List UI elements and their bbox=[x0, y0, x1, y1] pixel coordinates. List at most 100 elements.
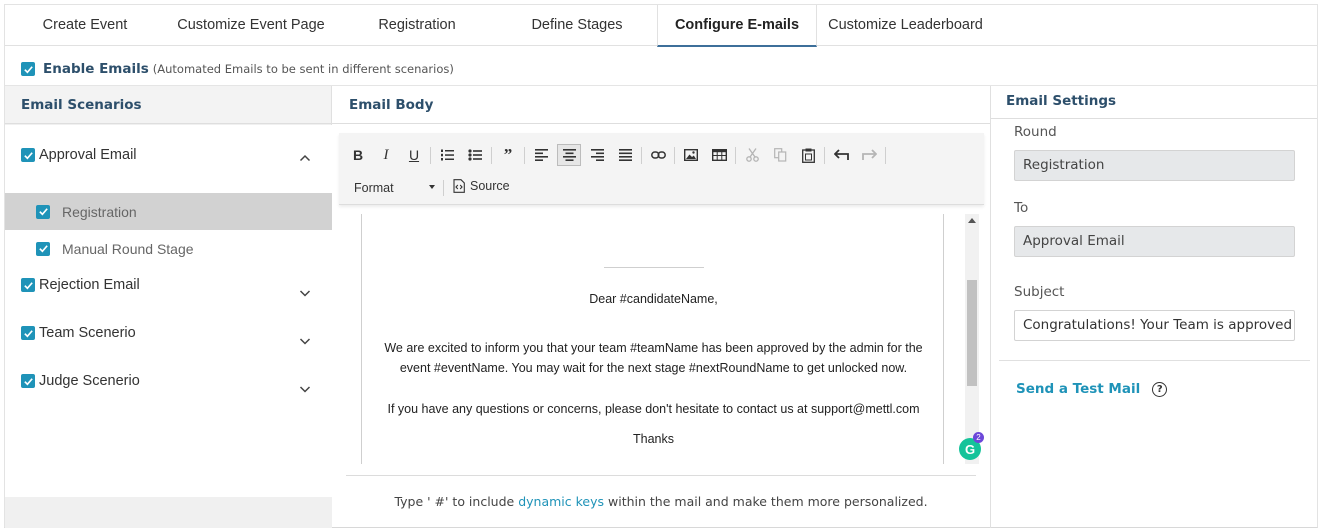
align-left-button[interactable] bbox=[529, 144, 553, 166]
justify-icon bbox=[618, 149, 632, 161]
align-right-icon bbox=[590, 149, 604, 161]
hint-prefix: Type ' #' to include bbox=[394, 494, 515, 509]
email-paragraph: We are excited to inform you that your t… bbox=[384, 341, 923, 375]
email-greeting: Dear #candidateName, bbox=[589, 292, 718, 306]
scissors-icon bbox=[745, 148, 759, 162]
blockquote-button[interactable]: ” bbox=[496, 144, 520, 166]
numbered-list-button[interactable] bbox=[435, 144, 459, 166]
paste-icon bbox=[801, 148, 815, 163]
toolbar-separator bbox=[524, 147, 525, 164]
dynamic-keys-hint: Type ' #' to include dynamic keys within… bbox=[332, 494, 990, 509]
scenario-label: Approval Email bbox=[39, 147, 137, 163]
table-icon bbox=[711, 149, 727, 161]
justify-button[interactable] bbox=[613, 144, 637, 166]
scenario-label: Judge Scenerio bbox=[39, 373, 140, 389]
tab-configure-emails[interactable]: Configure E-mails bbox=[657, 5, 817, 47]
align-right-button[interactable] bbox=[585, 144, 609, 166]
scenario-checkbox[interactable] bbox=[21, 374, 35, 388]
link-icon bbox=[650, 151, 666, 159]
editor-toolbar: B I U ” Format Source bbox=[339, 133, 984, 205]
bulleted-list-button[interactable] bbox=[463, 144, 487, 166]
enable-emails-label: Enable Emails bbox=[43, 61, 149, 77]
to-field: Approval Email bbox=[1014, 226, 1295, 257]
source-label: Source bbox=[470, 179, 510, 193]
chevron-down-icon[interactable] bbox=[298, 382, 312, 396]
image-icon bbox=[684, 149, 698, 161]
align-left-icon bbox=[534, 149, 548, 161]
sub-scenario-checkbox[interactable] bbox=[36, 241, 50, 256]
check-icon bbox=[38, 245, 48, 253]
scenario-checkbox[interactable] bbox=[21, 326, 35, 340]
subject-input[interactable]: Congratulations! Your Team is approved bbox=[1014, 310, 1295, 341]
scenario-checkbox[interactable] bbox=[21, 148, 35, 162]
image-button[interactable] bbox=[679, 144, 703, 166]
dropdown-arrow-icon[interactable] bbox=[429, 185, 435, 189]
subject-label: Subject bbox=[1014, 284, 1065, 300]
toolbar-separator bbox=[735, 147, 736, 164]
tab-customize-event-page[interactable]: Customize Event Page bbox=[165, 5, 337, 46]
hint-suffix: within the mail and make them more perso… bbox=[608, 494, 928, 509]
align-center-button[interactable] bbox=[557, 144, 581, 166]
enable-emails-row: Enable Emails (Automated Emails to be se… bbox=[21, 60, 454, 78]
chevron-down-icon[interactable] bbox=[298, 286, 312, 300]
dynamic-keys-link[interactable]: dynamic keys bbox=[518, 494, 604, 509]
table-button[interactable] bbox=[707, 144, 731, 166]
scenario-sub-registration[interactable]: Registration bbox=[5, 193, 332, 230]
email-scenarios-panel: Email Scenarios Approval Email Registrat… bbox=[5, 86, 332, 528]
send-test-mail-link[interactable]: Send a Test Mail ? bbox=[1016, 381, 1168, 397]
check-icon bbox=[23, 377, 33, 385]
scenario-team-scenerio[interactable]: Team Scenerio bbox=[21, 325, 136, 341]
scenario-checkbox[interactable] bbox=[21, 278, 35, 292]
check-icon bbox=[23, 65, 33, 73]
email-closing: Thanks bbox=[633, 432, 674, 446]
enable-emails-checkbox[interactable] bbox=[21, 62, 35, 76]
numbered-list-icon bbox=[441, 149, 454, 161]
bulleted-list-icon bbox=[468, 149, 482, 161]
undo-button[interactable] bbox=[829, 144, 853, 166]
sub-scenario-label: Registration bbox=[62, 203, 137, 220]
sub-scenario-label: Manual Round Stage bbox=[62, 240, 194, 257]
enable-emails-note: (Automated Emails to be sent in differen… bbox=[152, 62, 454, 76]
underline-button[interactable]: U bbox=[402, 144, 426, 166]
scroll-up-arrow-icon[interactable] bbox=[968, 218, 976, 223]
redo-button[interactable] bbox=[857, 144, 881, 166]
scrollbar-thumb[interactable] bbox=[967, 280, 977, 386]
toolbar-separator bbox=[430, 147, 431, 164]
tab-registration[interactable]: Registration bbox=[337, 5, 497, 46]
email-body-panel: Email Body B I U ” Format Source Dear #c… bbox=[332, 86, 990, 528]
toolbar-separator bbox=[885, 147, 886, 164]
editor-scrollbar[interactable] bbox=[965, 214, 979, 464]
toolbar-separator bbox=[641, 147, 642, 164]
check-icon bbox=[23, 329, 33, 337]
tab-create-event[interactable]: Create Event bbox=[5, 5, 165, 46]
chevron-up-icon[interactable] bbox=[298, 151, 312, 165]
italic-button[interactable]: I bbox=[374, 144, 398, 166]
tab-customize-leaderboard[interactable]: Customize Leaderboard bbox=[817, 5, 994, 46]
check-icon bbox=[23, 281, 33, 289]
scenario-rejection-email[interactable]: Rejection Email bbox=[21, 277, 140, 293]
bold-button[interactable]: B bbox=[346, 144, 370, 166]
divider bbox=[346, 475, 976, 476]
redo-icon bbox=[861, 149, 877, 160]
link-button[interactable] bbox=[646, 144, 670, 166]
source-button[interactable]: Source bbox=[453, 179, 510, 193]
scenario-judge-scenerio[interactable]: Judge Scenerio bbox=[21, 373, 140, 389]
sub-scenario-checkbox[interactable] bbox=[36, 204, 50, 219]
format-dropdown[interactable]: Format bbox=[354, 181, 394, 195]
toolbar-separator bbox=[443, 180, 444, 196]
scenario-list: Approval Email Registration Manual Round… bbox=[5, 125, 332, 497]
send-test-mail-label[interactable]: Send a Test Mail bbox=[1016, 381, 1140, 397]
cut-button[interactable] bbox=[740, 144, 764, 166]
copy-button[interactable] bbox=[768, 144, 792, 166]
chevron-down-icon[interactable] bbox=[298, 334, 312, 348]
email-body-editor[interactable]: Dear #candidateName, We are excited to i… bbox=[361, 214, 944, 464]
source-icon bbox=[453, 179, 465, 193]
help-icon[interactable]: ? bbox=[1152, 381, 1168, 397]
scenario-sub-manual-round-stage[interactable]: Manual Round Stage bbox=[5, 230, 332, 267]
align-center-icon bbox=[562, 149, 576, 161]
content-divider bbox=[604, 267, 704, 268]
paste-button[interactable] bbox=[796, 144, 820, 166]
tab-define-stages[interactable]: Define Stages bbox=[497, 5, 657, 46]
email-settings-panel: Email Settings Round Registration To App… bbox=[990, 86, 1317, 528]
scenario-approval-email[interactable]: Approval Email bbox=[21, 147, 137, 163]
